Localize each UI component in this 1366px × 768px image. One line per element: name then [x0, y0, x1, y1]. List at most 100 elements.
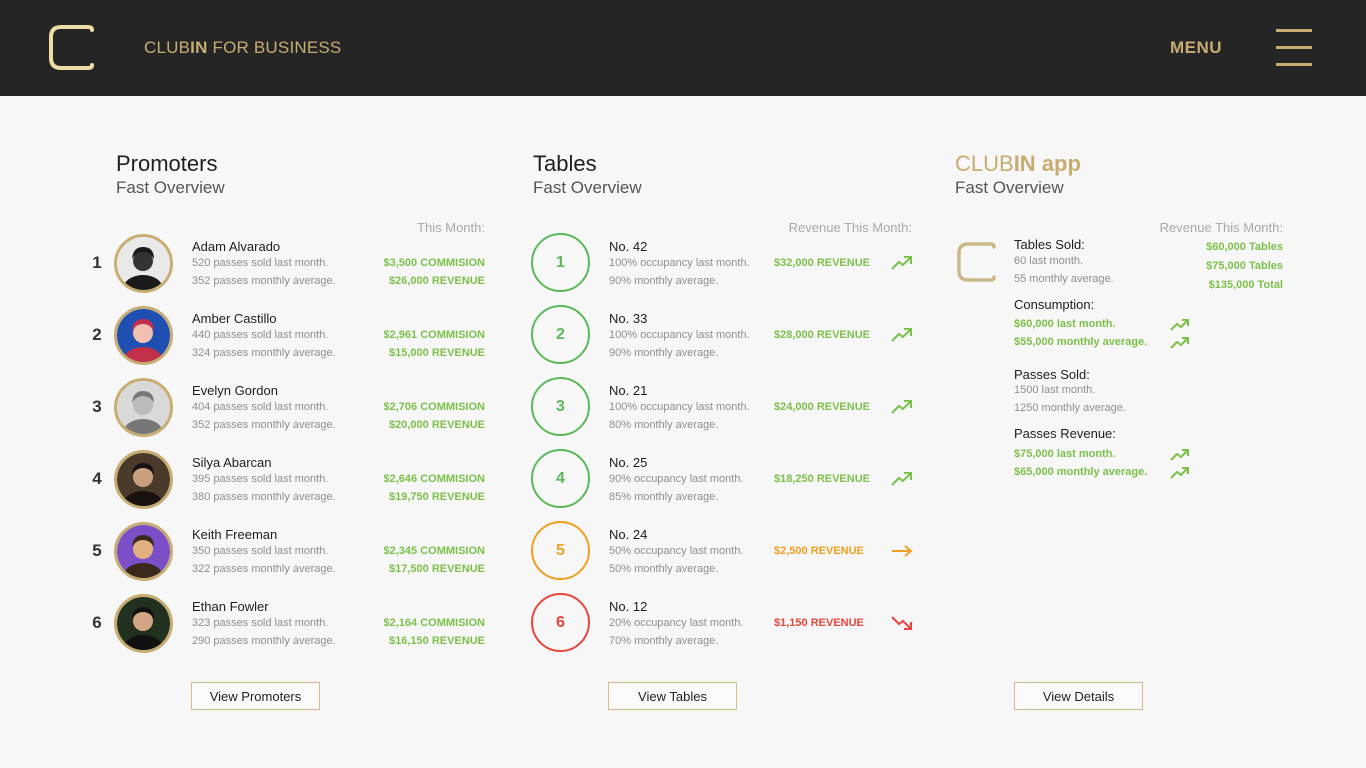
table-occupancy-last-month: 20% occupancy last month.: [609, 617, 744, 629]
promoter-rank: 5: [92, 541, 102, 560]
promoter-passes-average: 322 passes monthly average.: [192, 563, 336, 575]
table-rank-badge: 4: [531, 449, 590, 508]
promoter-rank: 1: [92, 253, 102, 272]
trend-up-icon: [1170, 337, 1189, 349]
promoter-revenue: $20,000 REVENUE: [389, 419, 485, 431]
promoter-revenue: $19,750 REVENUE: [389, 491, 485, 503]
passes-revenue-average: $65,000 monthly average.: [1014, 466, 1148, 478]
table-occupancy-average: 80% monthly average.: [609, 419, 719, 431]
table-name[interactable]: No. 12: [609, 599, 647, 614]
promoter-passes-average: 380 passes monthly average.: [192, 491, 336, 503]
brand-suffix: FOR BUSINESS: [207, 38, 342, 57]
menu-label[interactable]: MENU: [1170, 38, 1222, 58]
promoter-row[interactable]: 3 Evelyn Gordon 404 passes sold last month…: [90, 377, 485, 437]
table-row[interactable]: 4 No. 25 90% occupancy last month. 85% mont…: [531, 449, 915, 509]
promoter-commission: $2,961 COMMISION: [383, 329, 485, 341]
table-occupancy-last-month: 100% occupancy last month.: [609, 257, 750, 269]
table-name[interactable]: No. 21: [609, 383, 647, 398]
table-row[interactable]: 3 No. 21 100% occupancy last month. 80% mon…: [531, 377, 915, 437]
brand-bold: IN: [190, 38, 208, 57]
app-title: CLUBIN app: [955, 151, 1081, 177]
hamburger-menu-icon[interactable]: [1276, 29, 1312, 67]
promoter-row[interactable]: 6 Ethan Fowler 323 passes sold last month.…: [90, 593, 485, 653]
trend-up-icon: [1170, 319, 1189, 331]
promoter-passes-average: 324 passes monthly average.: [192, 347, 336, 359]
promoters-subtitle: Fast Overview: [116, 178, 225, 197]
promoter-passes-last-month: 440 passes sold last month.: [192, 329, 329, 341]
trend-up-icon: [1170, 449, 1189, 461]
promoter-revenue: $16,150 REVENUE: [389, 635, 485, 647]
promoter-revenue: $26,000 REVENUE: [389, 275, 485, 287]
table-row[interactable]: 1 No. 42 100% occupancy last month. 90% mon…: [531, 233, 915, 293]
app-revenue-total: $135,000 Total: [1208, 279, 1283, 291]
table-rank-badge: 3: [531, 377, 590, 436]
promoter-commission: $3,500 COMMISION: [383, 257, 485, 269]
view-promoters-button[interactable]: View Promoters: [191, 682, 320, 710]
trend-up-icon: [891, 400, 912, 414]
promoter-passes-last-month: 404 passes sold last month.: [192, 401, 329, 413]
promoter-avatar[interactable]: [114, 378, 173, 437]
promoter-name[interactable]: Amber Castillo: [192, 311, 277, 326]
promoter-avatar[interactable]: [114, 234, 173, 293]
table-occupancy-average: 90% monthly average.: [609, 347, 719, 359]
promoter-name[interactable]: Silya Abarcan: [192, 455, 272, 470]
promoter-row[interactable]: 2 Amber Castillo 440 passes sold last mont…: [90, 305, 485, 365]
promoter-revenue: $17,500 REVENUE: [389, 563, 485, 575]
promoter-rank: 6: [92, 613, 102, 632]
table-revenue: $32,000 REVENUE: [774, 257, 870, 269]
promoter-revenue: $15,000 REVENUE: [389, 347, 485, 359]
promoter-avatar[interactable]: [114, 450, 173, 509]
promoter-commission: $2,345 COMMISION: [383, 545, 485, 557]
clubin-logo-icon[interactable]: [48, 24, 95, 71]
promoter-passes-last-month: 395 passes sold last month.: [192, 473, 329, 485]
app-title-light: CLUB: [955, 151, 1014, 176]
passes-revenue-last-month: $75,000 last month.: [1014, 448, 1116, 460]
brand-title[interactable]: CLUBIN FOR BUSINESS: [144, 38, 341, 58]
table-rank-badge: 2: [531, 305, 590, 364]
tables-sold-average: 55 monthly average.: [1014, 273, 1114, 285]
table-revenue: $18,250 REVENUE: [774, 473, 870, 485]
table-name[interactable]: No. 25: [609, 455, 647, 470]
promoter-avatar[interactable]: [114, 306, 173, 365]
promoter-row[interactable]: 1 Adam Alvarado 520 passes sold last month…: [90, 233, 485, 293]
table-occupancy-average: 85% monthly average.: [609, 491, 719, 503]
promoter-passes-last-month: 350 passes sold last month.: [192, 545, 329, 557]
trend-up-icon: [891, 472, 912, 486]
trend-up-icon: [891, 328, 912, 342]
promoter-name[interactable]: Adam Alvarado: [192, 239, 280, 254]
app-column-header: Revenue This Month:: [1159, 220, 1283, 235]
consumption-label: Consumption:: [1014, 297, 1095, 312]
promoter-row[interactable]: 4 Silya Abarcan 395 passes sold last month…: [90, 449, 485, 509]
table-revenue: $24,000 REVENUE: [774, 401, 870, 413]
table-occupancy-last-month: 50% occupancy last month.: [609, 545, 744, 557]
consumption-last-month: $60,000 last month.: [1014, 318, 1116, 330]
promoter-avatar[interactable]: [114, 522, 173, 581]
view-details-button[interactable]: View Details: [1014, 682, 1143, 710]
table-row[interactable]: 6 No. 12 20% occupancy last month. 70% mont…: [531, 593, 915, 653]
promoter-name[interactable]: Evelyn Gordon: [192, 383, 278, 398]
promoter-name[interactable]: Keith Freeman: [192, 527, 277, 542]
promoter-name[interactable]: Ethan Fowler: [192, 599, 269, 614]
passes-sold-last-month: 1500 last month.: [1014, 384, 1096, 396]
tables-sold-label: Tables Sold:: [1014, 237, 1085, 252]
passes-sold-label: Passes Sold:: [1014, 367, 1090, 382]
promoter-passes-average: 290 passes monthly average.: [192, 635, 336, 647]
top-bar: CLUBIN FOR BUSINESS MENU: [0, 0, 1366, 96]
table-row[interactable]: 5 No. 24 50% occupancy last month. 50% mont…: [531, 521, 915, 581]
view-tables-button[interactable]: View Tables: [608, 682, 737, 710]
promoter-commission: $2,706 COMMISION: [383, 401, 485, 413]
table-revenue: $2,500 REVENUE: [774, 545, 864, 557]
table-occupancy-last-month: 90% occupancy last month.: [609, 473, 744, 485]
promoter-commission: $2,164 COMMISION: [383, 617, 485, 629]
app-revenue-tables-1: $60,000 Tables: [1206, 241, 1283, 253]
tables-subtitle: Fast Overview: [533, 178, 642, 197]
trend-flat-icon: [892, 545, 913, 557]
table-name[interactable]: No. 42: [609, 239, 647, 254]
table-row[interactable]: 2 No. 33 100% occupancy last month. 90% mon…: [531, 305, 915, 365]
promoter-row[interactable]: 5 Keith Freeman 350 passes sold last month…: [90, 521, 485, 581]
table-occupancy-average: 70% monthly average.: [609, 635, 719, 647]
table-name[interactable]: No. 33: [609, 311, 647, 326]
promoter-avatar[interactable]: [114, 594, 173, 653]
promoter-passes-average: 352 passes monthly average.: [192, 275, 336, 287]
table-name[interactable]: No. 24: [609, 527, 647, 542]
